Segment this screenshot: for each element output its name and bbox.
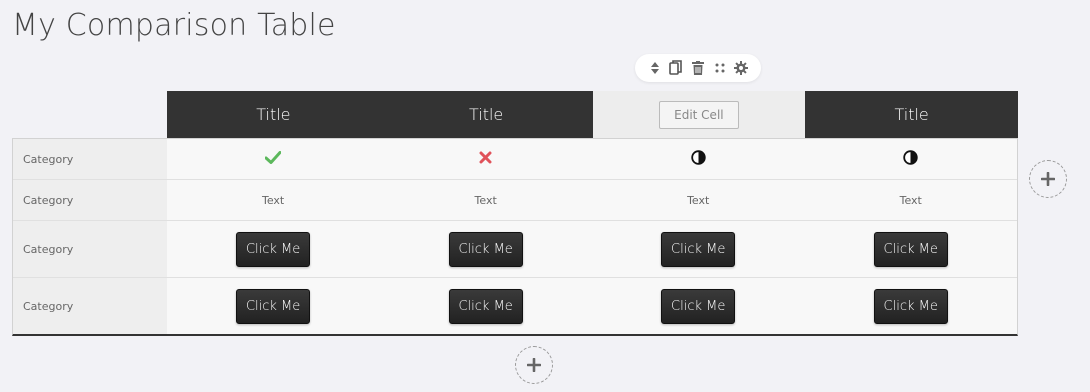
table-row: Category Text Text Text Text <box>13 179 1017 220</box>
column-header-label: Title <box>468 105 504 124</box>
table-cell-text[interactable]: Text <box>592 180 805 220</box>
comparison-table: Title Title Edit Cell Title Category Cat… <box>12 91 1018 336</box>
click-me-button[interactable]: Click Me <box>448 231 523 267</box>
click-me-button[interactable]: Click Me <box>661 231 736 267</box>
column-header-label: Title <box>894 105 929 124</box>
column-header-editing: Edit Cell <box>592 91 806 138</box>
table-header-row: Title Title Edit Cell Title <box>12 91 1018 138</box>
click-me-button[interactable]: Click Me <box>236 231 311 267</box>
click-me-button[interactable]: Click Me <box>236 288 311 324</box>
add-column-button[interactable] <box>1029 160 1067 198</box>
edit-cell-button[interactable]: Edit Cell <box>659 100 739 129</box>
click-me-button[interactable]: Click Me <box>448 288 523 324</box>
table-cell: Click Me <box>167 278 380 334</box>
table-cell-text[interactable]: Text <box>379 180 592 220</box>
table-cell-text[interactable]: Text <box>804 180 1017 220</box>
half-circle-icon <box>690 150 706 168</box>
row-category[interactable]: Category <box>13 139 167 179</box>
trash-icon[interactable] <box>690 60 706 76</box>
drag-handle-icon[interactable] <box>712 60 728 76</box>
check-icon <box>264 151 282 167</box>
add-row-button[interactable] <box>515 346 553 384</box>
click-me-button[interactable]: Click Me <box>873 231 948 267</box>
table-cell[interactable] <box>167 139 380 179</box>
table-row: Category Click Me Click Me Click Me Clic… <box>13 220 1017 277</box>
table-body: Category Category Text Text Text Text Ca… <box>12 138 1018 336</box>
click-me-button[interactable]: Click Me <box>873 288 948 324</box>
table-cell: Click Me <box>379 221 592 277</box>
table-cell: Click Me <box>167 221 380 277</box>
row-category[interactable]: Category <box>13 180 167 220</box>
table-cell[interactable] <box>592 139 805 179</box>
table-cell: Click Me <box>804 278 1017 334</box>
column-header[interactable]: Title <box>805 91 1018 138</box>
table-row: Category <box>13 138 1017 179</box>
table-cell-text[interactable]: Text <box>167 180 380 220</box>
column-header[interactable]: Title <box>167 91 380 138</box>
table-cell: Click Me <box>592 278 805 334</box>
half-circle-icon <box>903 150 918 168</box>
page-title: My Comparison Table <box>12 8 336 43</box>
plus-icon <box>527 358 541 372</box>
column-header[interactable]: Title <box>379 91 593 138</box>
sort-icon[interactable] <box>647 60 663 76</box>
column-header-label: Title <box>256 105 291 124</box>
row-category[interactable]: Category <box>13 221 167 277</box>
table-cell[interactable] <box>379 139 592 179</box>
column-toolbar <box>635 54 761 82</box>
table-cell: Click Me <box>804 221 1017 277</box>
table-row: Category Click Me Click Me Click Me Clic… <box>13 277 1017 334</box>
gear-icon[interactable] <box>733 60 749 76</box>
click-me-button[interactable]: Click Me <box>661 288 736 324</box>
table-cell: Click Me <box>592 221 805 277</box>
table-cell: Click Me <box>379 278 592 334</box>
row-category[interactable]: Category <box>13 278 167 334</box>
table-cell[interactable] <box>804 139 1017 179</box>
plus-icon <box>1041 172 1055 186</box>
cross-icon <box>479 151 492 167</box>
copy-icon[interactable] <box>668 60 684 76</box>
header-corner <box>12 91 167 138</box>
